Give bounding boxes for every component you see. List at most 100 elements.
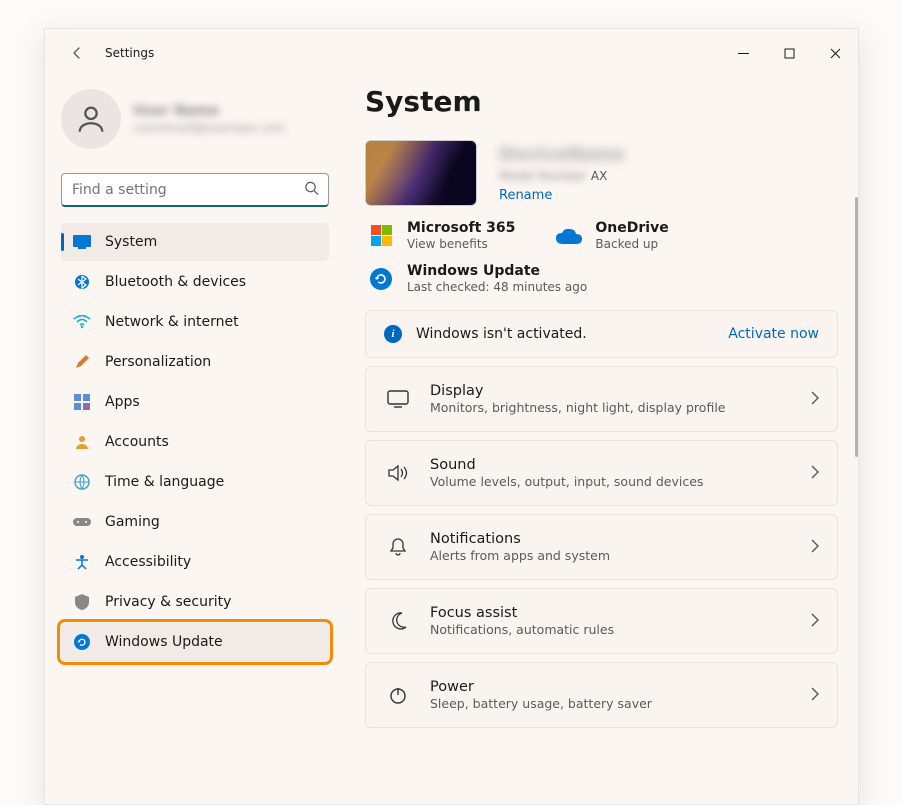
activation-text: Windows isn't activated.	[416, 326, 587, 342]
brush-icon	[73, 353, 91, 371]
profile-block[interactable]: User Name useremail@example.com	[61, 85, 329, 165]
settings-window: Settings User Name useremail@example.com	[44, 28, 859, 805]
setting-subtitle: Notifications, automatic rules	[430, 622, 614, 637]
sidebar-item-label: Privacy & security	[105, 594, 231, 610]
chevron-right-icon	[811, 538, 819, 557]
sidebar-item-label: Gaming	[105, 514, 160, 530]
accessibility-icon	[73, 553, 91, 571]
device-row: DeviceName Model Number AX Rename	[365, 140, 838, 206]
setting-title: Display	[430, 383, 725, 399]
microsoft-365-icon	[367, 222, 395, 250]
maximize-button[interactable]	[766, 37, 812, 69]
minimize-icon	[738, 48, 749, 59]
sidebar-item-personalization[interactable]: Personalization	[61, 343, 329, 381]
status-cards-row: Microsoft 365 View benefits OneDrive Bac…	[365, 220, 838, 251]
power-icon	[384, 685, 412, 705]
setting-row-power[interactable]: PowerSleep, battery usage, battery saver	[365, 662, 838, 728]
sound-icon	[384, 464, 412, 482]
chevron-right-icon	[811, 612, 819, 631]
device-info: DeviceName Model Number AX Rename	[499, 144, 625, 203]
sidebar-item-label: Network & internet	[105, 314, 239, 330]
card-subtitle: Backed up	[595, 237, 668, 251]
sidebar-item-windows-update[interactable]: Windows Update	[61, 623, 329, 661]
setting-row-notifications[interactable]: NotificationsAlerts from apps and system	[365, 514, 838, 580]
card-title: Windows Update	[407, 263, 587, 279]
page-title: System	[365, 85, 838, 118]
profile-email: useremail@example.com	[133, 121, 285, 135]
setting-row-display[interactable]: DisplayMonitors, brightness, night light…	[365, 366, 838, 432]
sidebar-item-gaming[interactable]: Gaming	[61, 503, 329, 541]
search-icon	[304, 181, 319, 200]
shield-icon	[73, 593, 91, 611]
main-content: System DeviceName Model Number AX Rename…	[345, 77, 858, 804]
sidebar-item-label: Apps	[105, 394, 140, 410]
chevron-right-icon	[811, 390, 819, 409]
sidebar-item-bluetooth[interactable]: Bluetooth & devices	[61, 263, 329, 301]
sidebar-item-label: Time & language	[105, 474, 224, 490]
sidebar-item-label: Accounts	[105, 434, 169, 450]
setting-title: Power	[430, 679, 652, 695]
titlebar: Settings	[45, 29, 858, 77]
back-button[interactable]	[61, 37, 93, 69]
person-icon	[74, 102, 108, 136]
apps-icon	[73, 393, 91, 411]
sidebar-item-apps[interactable]: Apps	[61, 383, 329, 421]
sidebar-item-label: System	[105, 234, 157, 250]
sidebar-item-accessibility[interactable]: Accessibility	[61, 543, 329, 581]
sidebar-item-privacy[interactable]: Privacy & security	[61, 583, 329, 621]
search-input[interactable]	[61, 173, 329, 207]
gamepad-icon	[73, 513, 91, 531]
setting-row-sound[interactable]: SoundVolume levels, output, input, sound…	[365, 440, 838, 506]
sidebar-item-accounts[interactable]: Accounts	[61, 423, 329, 461]
window-controls	[720, 37, 858, 69]
profile-name: User Name	[133, 103, 285, 119]
moon-icon	[384, 611, 412, 631]
microsoft-365-card[interactable]: Microsoft 365 View benefits	[367, 220, 515, 251]
avatar	[61, 89, 121, 149]
setting-title: Sound	[430, 457, 703, 473]
search-wrap	[61, 173, 329, 207]
activation-banner: i Windows isn't activated. Activate now	[365, 310, 838, 358]
card-subtitle: View benefits	[407, 237, 515, 251]
globe-icon	[73, 473, 91, 491]
sidebar-item-label: Windows Update	[105, 634, 223, 650]
chevron-right-icon	[811, 686, 819, 705]
profile-text: User Name useremail@example.com	[133, 103, 285, 135]
update-status-icon	[367, 265, 395, 293]
accounts-icon	[73, 433, 91, 451]
update-icon	[73, 633, 91, 651]
minimize-button[interactable]	[720, 37, 766, 69]
activate-now-link[interactable]: Activate now	[728, 326, 819, 342]
card-title: OneDrive	[595, 220, 668, 236]
device-model-suffix: AX	[587, 169, 607, 183]
setting-row-focus-assist[interactable]: Focus assistNotifications, automatic rul…	[365, 588, 838, 654]
sidebar: User Name useremail@example.com System B…	[45, 77, 345, 804]
chevron-right-icon	[811, 464, 819, 483]
setting-subtitle: Alerts from apps and system	[430, 548, 610, 563]
onedrive-icon	[555, 222, 583, 250]
setting-subtitle: Volume levels, output, input, sound devi…	[430, 474, 703, 489]
windows-update-card[interactable]: Windows Update Last checked: 48 minutes …	[365, 263, 838, 294]
device-name: DeviceName	[499, 144, 625, 165]
nav: System Bluetooth & devices Network & int…	[61, 223, 329, 661]
window-title: Settings	[105, 46, 154, 60]
sidebar-item-label: Bluetooth & devices	[105, 274, 246, 290]
setting-subtitle: Monitors, brightness, night light, displ…	[430, 400, 725, 415]
card-title: Microsoft 365	[407, 220, 515, 236]
rename-link[interactable]: Rename	[499, 188, 625, 203]
device-model: Model Number	[499, 169, 587, 183]
close-button[interactable]	[812, 37, 858, 69]
bluetooth-icon	[73, 273, 91, 291]
sidebar-item-time-language[interactable]: Time & language	[61, 463, 329, 501]
maximize-icon	[784, 48, 795, 59]
scrollbar[interactable]	[855, 197, 858, 457]
sidebar-item-network[interactable]: Network & internet	[61, 303, 329, 341]
bell-icon	[384, 537, 412, 557]
system-icon	[73, 233, 91, 251]
wifi-icon	[73, 313, 91, 331]
arrow-left-icon	[69, 45, 85, 61]
onedrive-card[interactable]: OneDrive Backed up	[555, 220, 668, 251]
close-icon	[830, 48, 841, 59]
setting-title: Focus assist	[430, 605, 614, 621]
sidebar-item-system[interactable]: System	[61, 223, 329, 261]
